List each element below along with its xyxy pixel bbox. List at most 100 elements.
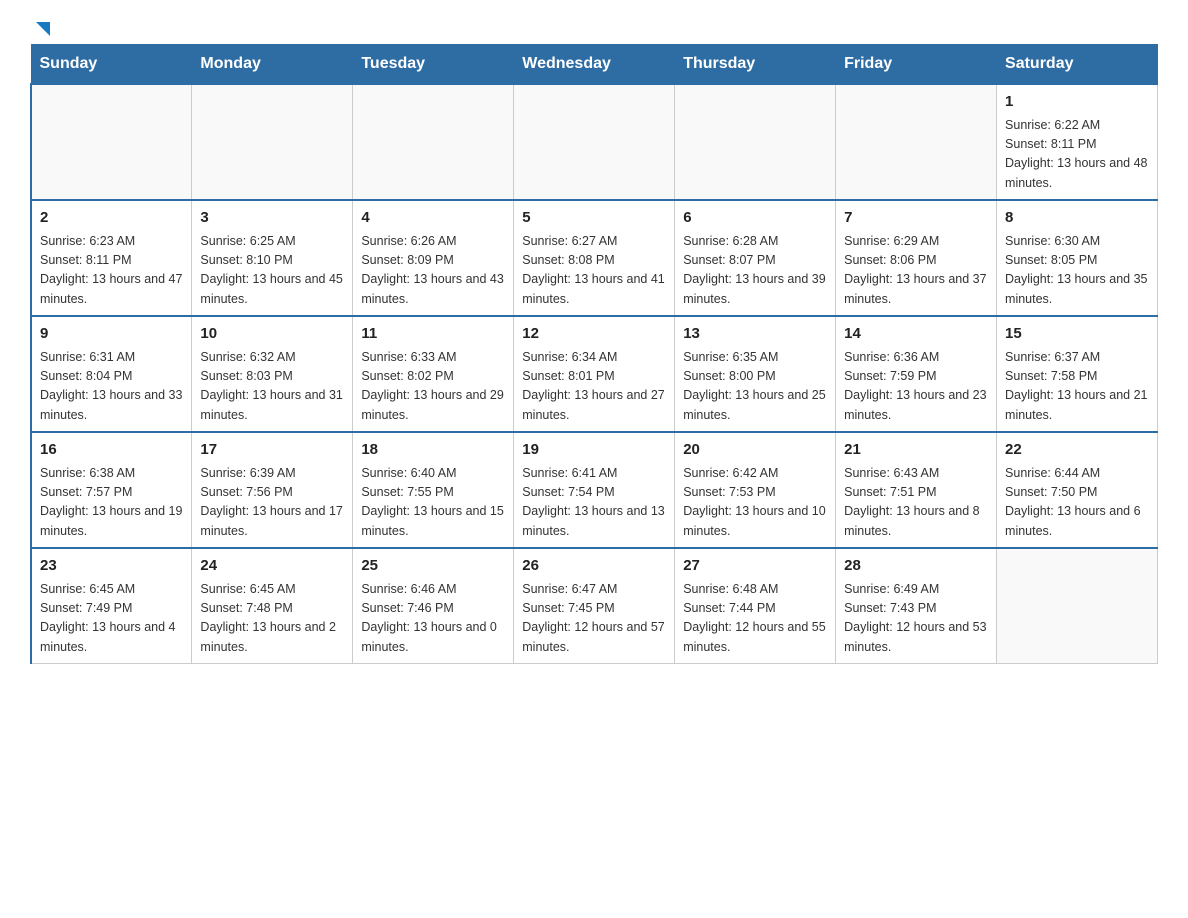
day-info: Sunrise: 6:39 AM Sunset: 7:56 PM Dayligh… [200, 464, 344, 542]
day-info: Sunrise: 6:42 AM Sunset: 7:53 PM Dayligh… [683, 464, 827, 542]
day-number: 13 [683, 323, 827, 346]
weekday-header-monday: Monday [192, 45, 353, 85]
day-number: 28 [844, 555, 988, 578]
calendar-cell [514, 84, 675, 200]
calendar-cell [31, 84, 192, 200]
calendar-cell: 3Sunrise: 6:25 AM Sunset: 8:10 PM Daylig… [192, 200, 353, 316]
day-info: Sunrise: 6:33 AM Sunset: 8:02 PM Dayligh… [361, 348, 505, 426]
calendar-cell [675, 84, 836, 200]
day-info: Sunrise: 6:38 AM Sunset: 7:57 PM Dayligh… [40, 464, 183, 542]
day-number: 2 [40, 207, 183, 230]
calendar-cell: 17Sunrise: 6:39 AM Sunset: 7:56 PM Dayli… [192, 432, 353, 548]
calendar-cell: 26Sunrise: 6:47 AM Sunset: 7:45 PM Dayli… [514, 548, 675, 664]
day-number: 10 [200, 323, 344, 346]
calendar-header: SundayMondayTuesdayWednesdayThursdayFrid… [31, 45, 1158, 85]
day-info: Sunrise: 6:22 AM Sunset: 8:11 PM Dayligh… [1005, 116, 1149, 194]
day-info: Sunrise: 6:25 AM Sunset: 8:10 PM Dayligh… [200, 232, 344, 310]
calendar-week-row: 16Sunrise: 6:38 AM Sunset: 7:57 PM Dayli… [31, 432, 1158, 548]
day-number: 21 [844, 439, 988, 462]
calendar-cell: 28Sunrise: 6:49 AM Sunset: 7:43 PM Dayli… [836, 548, 997, 664]
calendar-cell: 6Sunrise: 6:28 AM Sunset: 8:07 PM Daylig… [675, 200, 836, 316]
day-info: Sunrise: 6:46 AM Sunset: 7:46 PM Dayligh… [361, 580, 505, 658]
calendar-cell: 18Sunrise: 6:40 AM Sunset: 7:55 PM Dayli… [353, 432, 514, 548]
calendar-cell: 25Sunrise: 6:46 AM Sunset: 7:46 PM Dayli… [353, 548, 514, 664]
day-info: Sunrise: 6:45 AM Sunset: 7:48 PM Dayligh… [200, 580, 344, 658]
day-number: 3 [200, 207, 344, 230]
calendar-week-row: 23Sunrise: 6:45 AM Sunset: 7:49 PM Dayli… [31, 548, 1158, 664]
day-number: 6 [683, 207, 827, 230]
calendar-cell: 4Sunrise: 6:26 AM Sunset: 8:09 PM Daylig… [353, 200, 514, 316]
day-number: 9 [40, 323, 183, 346]
day-info: Sunrise: 6:36 AM Sunset: 7:59 PM Dayligh… [844, 348, 988, 426]
day-info: Sunrise: 6:44 AM Sunset: 7:50 PM Dayligh… [1005, 464, 1149, 542]
calendar-cell: 2Sunrise: 6:23 AM Sunset: 8:11 PM Daylig… [31, 200, 192, 316]
day-number: 15 [1005, 323, 1149, 346]
day-info: Sunrise: 6:26 AM Sunset: 8:09 PM Dayligh… [361, 232, 505, 310]
day-number: 5 [522, 207, 666, 230]
day-info: Sunrise: 6:28 AM Sunset: 8:07 PM Dayligh… [683, 232, 827, 310]
day-number: 23 [40, 555, 183, 578]
weekday-header-thursday: Thursday [675, 45, 836, 85]
day-info: Sunrise: 6:35 AM Sunset: 8:00 PM Dayligh… [683, 348, 827, 426]
day-number: 17 [200, 439, 344, 462]
day-info: Sunrise: 6:41 AM Sunset: 7:54 PM Dayligh… [522, 464, 666, 542]
calendar-body: 1Sunrise: 6:22 AM Sunset: 8:11 PM Daylig… [31, 84, 1158, 664]
weekday-header-tuesday: Tuesday [353, 45, 514, 85]
calendar-cell: 24Sunrise: 6:45 AM Sunset: 7:48 PM Dayli… [192, 548, 353, 664]
calendar-week-row: 9Sunrise: 6:31 AM Sunset: 8:04 PM Daylig… [31, 316, 1158, 432]
day-number: 24 [200, 555, 344, 578]
calendar-table: SundayMondayTuesdayWednesdayThursdayFrid… [30, 44, 1158, 664]
day-info: Sunrise: 6:37 AM Sunset: 7:58 PM Dayligh… [1005, 348, 1149, 426]
day-number: 16 [40, 439, 183, 462]
day-info: Sunrise: 6:47 AM Sunset: 7:45 PM Dayligh… [522, 580, 666, 658]
day-info: Sunrise: 6:40 AM Sunset: 7:55 PM Dayligh… [361, 464, 505, 542]
calendar-week-row: 2Sunrise: 6:23 AM Sunset: 8:11 PM Daylig… [31, 200, 1158, 316]
calendar-cell: 7Sunrise: 6:29 AM Sunset: 8:06 PM Daylig… [836, 200, 997, 316]
day-number: 14 [844, 323, 988, 346]
calendar-cell [836, 84, 997, 200]
calendar-cell [192, 84, 353, 200]
day-number: 22 [1005, 439, 1149, 462]
calendar-cell [353, 84, 514, 200]
calendar-cell: 11Sunrise: 6:33 AM Sunset: 8:02 PM Dayli… [353, 316, 514, 432]
calendar-cell: 21Sunrise: 6:43 AM Sunset: 7:51 PM Dayli… [836, 432, 997, 548]
day-info: Sunrise: 6:45 AM Sunset: 7:49 PM Dayligh… [40, 580, 183, 658]
calendar-cell: 23Sunrise: 6:45 AM Sunset: 7:49 PM Dayli… [31, 548, 192, 664]
calendar-cell: 13Sunrise: 6:35 AM Sunset: 8:00 PM Dayli… [675, 316, 836, 432]
day-info: Sunrise: 6:32 AM Sunset: 8:03 PM Dayligh… [200, 348, 344, 426]
logo [30, 20, 54, 34]
day-info: Sunrise: 6:34 AM Sunset: 8:01 PM Dayligh… [522, 348, 666, 426]
day-info: Sunrise: 6:31 AM Sunset: 8:04 PM Dayligh… [40, 348, 183, 426]
calendar-cell: 5Sunrise: 6:27 AM Sunset: 8:08 PM Daylig… [514, 200, 675, 316]
calendar-cell [997, 548, 1158, 664]
weekday-header-sunday: Sunday [31, 45, 192, 85]
calendar-cell: 22Sunrise: 6:44 AM Sunset: 7:50 PM Dayli… [997, 432, 1158, 548]
logo-arrow-icon [32, 18, 54, 40]
day-number: 19 [522, 439, 666, 462]
day-number: 26 [522, 555, 666, 578]
calendar-week-row: 1Sunrise: 6:22 AM Sunset: 8:11 PM Daylig… [31, 84, 1158, 200]
day-info: Sunrise: 6:48 AM Sunset: 7:44 PM Dayligh… [683, 580, 827, 658]
day-number: 4 [361, 207, 505, 230]
calendar-cell: 14Sunrise: 6:36 AM Sunset: 7:59 PM Dayli… [836, 316, 997, 432]
day-info: Sunrise: 6:23 AM Sunset: 8:11 PM Dayligh… [40, 232, 183, 310]
calendar-cell: 8Sunrise: 6:30 AM Sunset: 8:05 PM Daylig… [997, 200, 1158, 316]
day-number: 27 [683, 555, 827, 578]
calendar-cell: 16Sunrise: 6:38 AM Sunset: 7:57 PM Dayli… [31, 432, 192, 548]
day-info: Sunrise: 6:43 AM Sunset: 7:51 PM Dayligh… [844, 464, 988, 542]
weekday-header-saturday: Saturday [997, 45, 1158, 85]
day-number: 7 [844, 207, 988, 230]
day-info: Sunrise: 6:30 AM Sunset: 8:05 PM Dayligh… [1005, 232, 1149, 310]
day-number: 20 [683, 439, 827, 462]
calendar-cell: 10Sunrise: 6:32 AM Sunset: 8:03 PM Dayli… [192, 316, 353, 432]
day-info: Sunrise: 6:27 AM Sunset: 8:08 PM Dayligh… [522, 232, 666, 310]
day-number: 1 [1005, 91, 1149, 114]
day-number: 18 [361, 439, 505, 462]
calendar-cell: 1Sunrise: 6:22 AM Sunset: 8:11 PM Daylig… [997, 84, 1158, 200]
calendar-cell: 20Sunrise: 6:42 AM Sunset: 7:53 PM Dayli… [675, 432, 836, 548]
day-info: Sunrise: 6:29 AM Sunset: 8:06 PM Dayligh… [844, 232, 988, 310]
day-number: 25 [361, 555, 505, 578]
page-header [30, 20, 1158, 34]
calendar-cell: 19Sunrise: 6:41 AM Sunset: 7:54 PM Dayli… [514, 432, 675, 548]
weekday-header-wednesday: Wednesday [514, 45, 675, 85]
